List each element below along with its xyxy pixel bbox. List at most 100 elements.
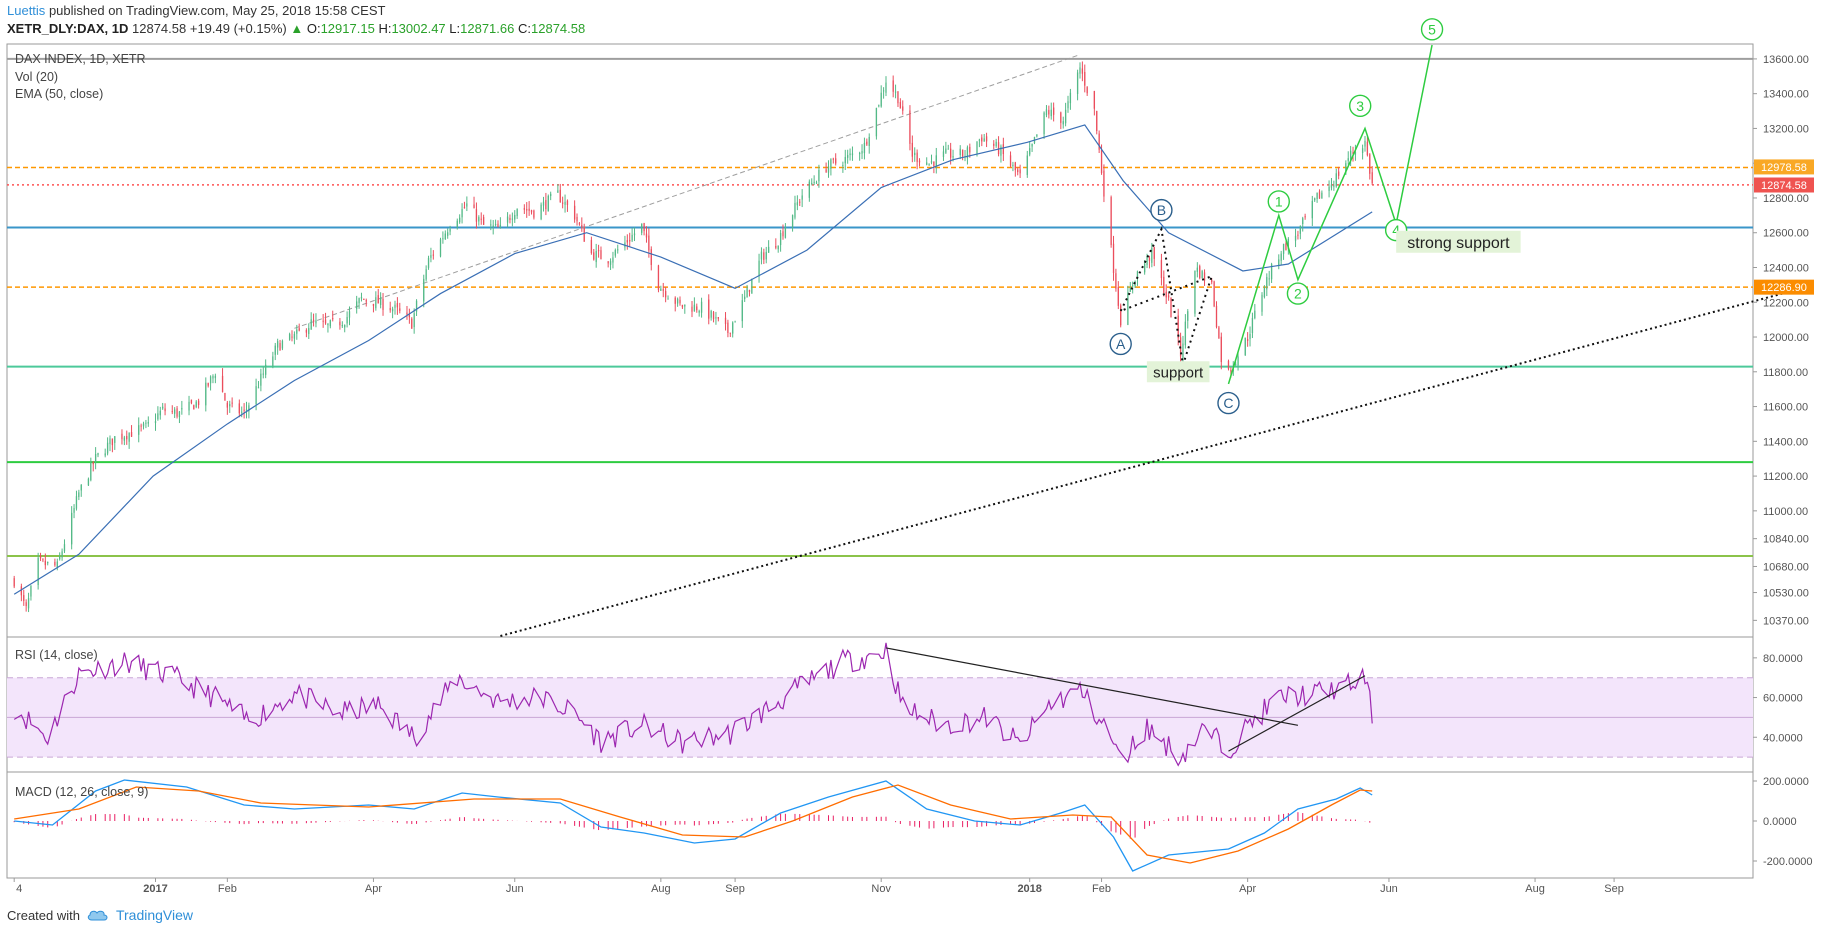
candle-body[interactable] [1278, 259, 1280, 266]
candle-body[interactable] [298, 328, 300, 331]
candle-body[interactable] [176, 408, 178, 417]
candle-body[interactable] [173, 409, 176, 414]
candle-body[interactable] [329, 320, 331, 327]
candle-body[interactable] [614, 249, 617, 256]
candle-body[interactable] [463, 207, 466, 209]
candle-body[interactable] [844, 156, 846, 164]
candle-body[interactable] [681, 304, 684, 308]
candle-body[interactable] [339, 321, 341, 326]
candle-body[interactable] [1012, 164, 1014, 166]
candle-body[interactable] [696, 306, 698, 311]
candle-body[interactable] [1064, 109, 1067, 124]
candle-body[interactable] [1371, 172, 1373, 184]
candle-body[interactable] [1227, 360, 1230, 369]
candle-body[interactable] [818, 169, 820, 182]
candle-body[interactable] [39, 555, 42, 559]
candle-body[interactable] [315, 320, 317, 324]
candle-body[interactable] [341, 324, 343, 327]
candle-body[interactable] [1120, 305, 1122, 326]
candle-body[interactable] [849, 153, 851, 156]
candle-body[interactable] [751, 278, 753, 294]
candle-body[interactable] [382, 298, 384, 310]
candle-body[interactable] [1115, 273, 1117, 289]
candle-body[interactable] [1036, 134, 1038, 137]
candle-body[interactable] [140, 425, 142, 427]
candle-body[interactable] [312, 319, 315, 322]
candle-body[interactable] [511, 218, 514, 220]
candle-body[interactable] [310, 319, 312, 330]
candle-body[interactable] [1364, 141, 1366, 147]
candle-body[interactable] [1299, 225, 1301, 234]
candle-body[interactable] [732, 322, 734, 334]
candle-body[interactable] [1330, 184, 1333, 188]
candle-body[interactable] [1194, 270, 1196, 314]
candle-body[interactable] [861, 151, 863, 154]
candle-body[interactable] [346, 317, 348, 324]
candle-body[interactable] [1084, 72, 1086, 86]
candle-body[interactable] [130, 432, 133, 437]
candle-body[interactable] [492, 225, 494, 227]
candle-body[interactable] [1369, 154, 1371, 174]
candle-body[interactable] [1285, 243, 1287, 251]
candle-body[interactable] [969, 146, 971, 153]
candle-body[interactable] [566, 200, 569, 205]
candle-body[interactable] [490, 224, 492, 226]
candle-body[interactable] [1244, 337, 1246, 356]
candle-body[interactable] [1182, 343, 1184, 359]
candle-body[interactable] [389, 308, 391, 311]
candle-body[interactable] [221, 375, 224, 392]
candle-body[interactable] [1211, 280, 1213, 283]
candle-body[interactable] [1060, 112, 1062, 123]
time-axis[interactable]: 4 2017 Feb Apr Jun Aug Sep Nov 2018 Feb Apr Jun Aug S… [13, 878, 1624, 895]
candle-body[interactable] [138, 425, 140, 435]
candle-body[interactable] [391, 308, 394, 312]
candle-body[interactable] [799, 201, 801, 203]
candle-body[interactable] [449, 229, 451, 232]
candle-body[interactable] [1146, 256, 1148, 265]
candle-body[interactable] [1093, 91, 1096, 109]
candle-body[interactable] [480, 218, 482, 220]
candle-body[interactable] [1045, 109, 1048, 116]
candle-body[interactable] [272, 356, 274, 367]
candle-body[interactable] [413, 313, 415, 328]
candle-body[interactable] [497, 223, 499, 228]
candle-body[interactable] [1086, 87, 1088, 94]
candle-body[interactable] [516, 208, 518, 217]
candle-body[interactable] [296, 329, 298, 334]
candle-body[interactable] [729, 332, 731, 334]
candle-body[interactable] [983, 138, 985, 142]
candle-body[interactable] [1337, 171, 1340, 176]
candle-body[interactable] [444, 233, 446, 240]
candle-body[interactable] [827, 166, 830, 173]
candle-body[interactable] [1311, 200, 1313, 219]
candle-body[interactable] [439, 239, 442, 257]
candle-body[interactable] [224, 392, 226, 401]
candle-body[interactable] [265, 364, 267, 375]
candle-body[interactable] [59, 556, 61, 560]
candle-body[interactable] [926, 162, 928, 165]
candle-body[interactable] [255, 386, 257, 405]
candle-body[interactable] [559, 189, 561, 203]
candle-body[interactable] [693, 304, 696, 312]
candle-body[interactable] [942, 151, 945, 157]
candle-body[interactable] [75, 496, 78, 509]
candle-body[interactable] [274, 345, 276, 355]
candle-body[interactable] [734, 321, 736, 323]
candle-body[interactable] [641, 223, 643, 233]
candle-body[interactable] [157, 413, 159, 420]
candle-body[interactable] [612, 257, 614, 263]
candle-body[interactable] [949, 148, 952, 158]
candle-body[interactable] [128, 433, 130, 442]
candle-body[interactable] [1096, 111, 1098, 131]
candle-body[interactable] [1076, 72, 1079, 94]
candle-body[interactable] [1019, 169, 1021, 174]
candle-body[interactable] [617, 249, 619, 251]
candle-body[interactable] [360, 296, 363, 299]
candle-body[interactable] [291, 336, 293, 338]
candle-body[interactable] [1318, 191, 1321, 199]
candle-body[interactable] [372, 303, 375, 306]
candle-body[interactable] [406, 312, 408, 315]
candle-body[interactable] [1163, 276, 1165, 294]
candle-body[interactable] [1062, 121, 1064, 125]
candle-body[interactable] [633, 233, 636, 236]
